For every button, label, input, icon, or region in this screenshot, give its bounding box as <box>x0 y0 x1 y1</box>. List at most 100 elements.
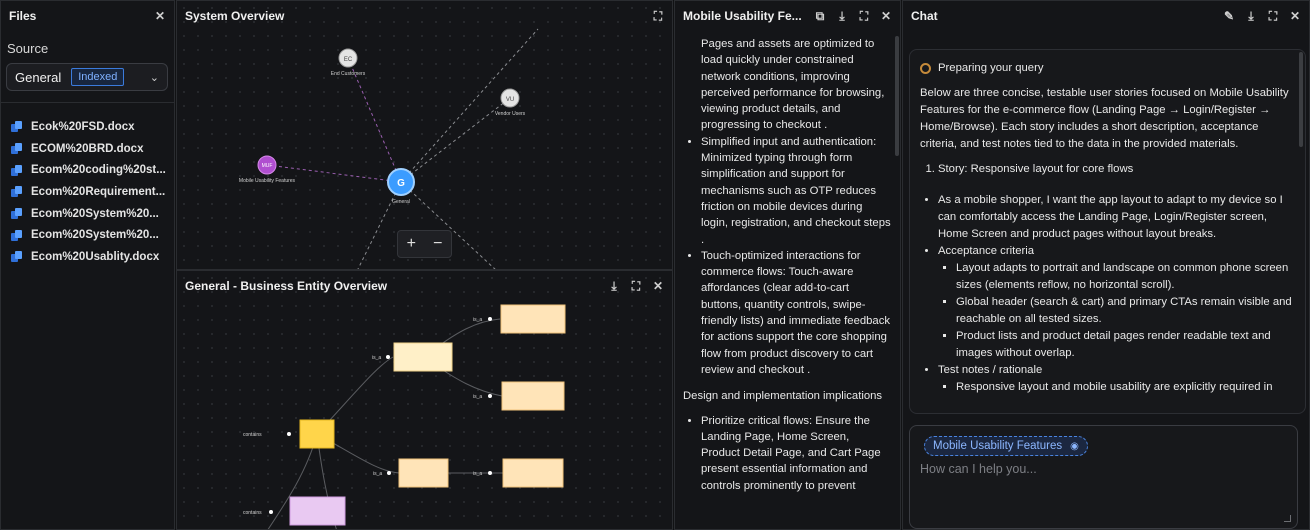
node-label: General <box>392 199 410 205</box>
zoom-in-button[interactable]: + <box>407 235 416 253</box>
chat-messages: Preparing your query Below are three con… <box>909 49 1306 414</box>
file-item[interactable]: Ecom%20System%20... <box>11 203 166 225</box>
entity-graph[interactable]: is_a is_a is_a contains is_a is_a contai… <box>177 271 673 530</box>
fullscreen-icon[interactable]: ⛶ <box>1267 10 1279 22</box>
zoom-controls: + − <box>397 230 452 258</box>
story-list: Story: Responsive layout for core flows <box>920 161 1298 178</box>
acceptance-criteria: Acceptance criteria Layout adapts to por… <box>938 243 1298 362</box>
node-label: Vendor Users <box>495 111 526 117</box>
list-item: Simplified input and authentication: Min… <box>701 134 891 248</box>
close-icon[interactable]: ✕ <box>652 280 664 292</box>
file-name: ECOM%20BRD.docx <box>31 142 144 155</box>
edge-dot <box>488 394 492 398</box>
entity-node[interactable] <box>502 458 564 488</box>
edge-dot <box>287 432 291 436</box>
edge-label: is_a <box>473 317 482 323</box>
file-name: Ecom%20System%20... <box>31 229 159 242</box>
compass-icon <box>920 63 931 74</box>
criteria-list: Layout adapts to portrait and landscape … <box>938 260 1298 362</box>
node-abbr: MUF <box>262 163 273 169</box>
node-vu[interactable]: VU Vendor Users <box>495 88 526 117</box>
document-icon <box>11 143 23 155</box>
entity-node-user[interactable] <box>299 419 335 449</box>
test-notes: Test notes / rationale Responsive layout… <box>938 362 1298 396</box>
node-label: Mobile Usability Features <box>239 178 296 184</box>
file-name: Ecom%20System%20... <box>31 207 159 220</box>
fullscreen-icon[interactable]: ⛶ <box>630 280 642 292</box>
node-abbr: G <box>397 178 405 189</box>
document-icon <box>11 208 23 220</box>
edge-dot <box>488 471 492 475</box>
scrollbar[interactable] <box>1299 52 1303 147</box>
document-content: Pages and assets are optimized to load q… <box>683 36 891 494</box>
node-abbr: EC <box>344 57 353 63</box>
indexed-badge: Indexed <box>71 68 125 86</box>
document-icon <box>11 251 23 263</box>
edge-label: is_a <box>473 394 482 400</box>
edit-icon[interactable]: ✎ <box>1223 10 1235 22</box>
file-item[interactable]: Ecom%20Requirement... <box>11 181 166 203</box>
edge-label: is_a <box>372 355 381 361</box>
assistant-message: Preparing your query Below are three con… <box>920 60 1298 396</box>
source-select[interactable]: General Indexed ⌄ <box>6 63 168 91</box>
file-name: Ecom%20Usablity.docx <box>31 250 160 263</box>
download-icon[interactable]: ⤓ <box>836 10 848 22</box>
download-icon[interactable]: ⤓ <box>608 280 620 292</box>
files-title: Files <box>9 9 37 23</box>
entity-node-landing-page[interactable] <box>289 496 346 526</box>
node-muf[interactable]: MUF Mobile Usability Features <box>239 155 296 184</box>
close-icon[interactable]: ✕ <box>154 10 166 22</box>
file-name: Ecok%20FSD.docx <box>31 120 135 133</box>
chat-panel: Chat ✎ ⤓ ⛶ ✕ Preparing your query Below … <box>902 0 1310 530</box>
test-notes-label: Test notes / rationale <box>938 364 1043 376</box>
copy-icon[interactable]: ⧉ <box>814 10 826 22</box>
file-item[interactable]: Ecom%20System%20... <box>11 224 166 246</box>
node-general[interactable]: G General <box>387 168 415 205</box>
entity-node[interactable] <box>500 304 566 334</box>
document-header: Mobile Usability Fe... ⧉ ⤓ ⛶ ✕ <box>675 1 900 31</box>
file-item[interactable]: ECOM%20BRD.docx <box>11 138 166 160</box>
entity-node[interactable] <box>501 381 565 411</box>
notes-list: Responsive layout and mobile usability a… <box>938 379 1298 396</box>
scrollbar[interactable] <box>895 36 899 156</box>
graph-edge <box>400 97 511 183</box>
chat-input[interactable] <box>920 462 1284 514</box>
section-heading: Design and implementation implications <box>683 390 883 403</box>
entity-node[interactable] <box>398 458 449 488</box>
story-title: Story: Responsive layout for core flows <box>938 161 1298 178</box>
document-icon <box>11 229 23 241</box>
file-item[interactable]: Ecom%20Usablity.docx <box>11 246 166 268</box>
close-icon[interactable]: ✕ <box>1289 10 1301 22</box>
zoom-out-button[interactable]: − <box>433 235 442 253</box>
file-item[interactable]: Ecok%20FSD.docx <box>11 116 166 138</box>
document-icon <box>11 186 23 198</box>
list-item: Responsive layout and mobile usability a… <box>956 379 1298 396</box>
chevron-down-icon: ⌄ <box>149 71 159 84</box>
edge-dot <box>386 355 390 359</box>
business-entity-panel: is_a is_a is_a contains is_a is_a contai… <box>176 270 673 530</box>
download-icon[interactable]: ⤓ <box>1245 10 1257 22</box>
source-label: Source <box>7 41 49 56</box>
document-panel: Mobile Usability Fe... ⧉ ⤓ ⛶ ✕ Pages and… <box>674 0 901 530</box>
files-panel: Files ✕ Source General Indexed ⌄ Ecok%20… <box>0 0 175 530</box>
fullscreen-icon[interactable]: ⛶ <box>858 10 870 22</box>
edge-dot <box>269 510 273 514</box>
node-ec[interactable]: EC End Customers <box>331 48 366 77</box>
list-item: Global header (search & cart) and primar… <box>956 294 1298 328</box>
close-icon[interactable]: ✕ <box>880 10 892 22</box>
list-item: Touch-optimized interactions for commerc… <box>701 248 891 378</box>
system-overview-header: System Overview ⛶ <box>177 1 672 31</box>
edge-label: contains <box>243 432 262 438</box>
document-icon <box>11 121 23 133</box>
entity-node[interactable] <box>393 342 453 372</box>
context-chip[interactable]: Mobile Usability Features ◉ <box>924 436 1088 456</box>
edge-label: is_a <box>473 471 482 477</box>
document-title: Mobile Usability Fe... <box>683 9 802 23</box>
eye-icon[interactable]: ◉ <box>1070 441 1079 452</box>
edge-label: contains <box>243 510 262 516</box>
resize-handle[interactable] <box>1284 515 1291 522</box>
business-entity-title: General - Business Entity Overview <box>185 279 388 293</box>
chat-title: Chat <box>911 9 938 23</box>
file-item[interactable]: Ecom%20coding%20st... <box>11 159 166 181</box>
fullscreen-icon[interactable]: ⛶ <box>652 10 664 22</box>
